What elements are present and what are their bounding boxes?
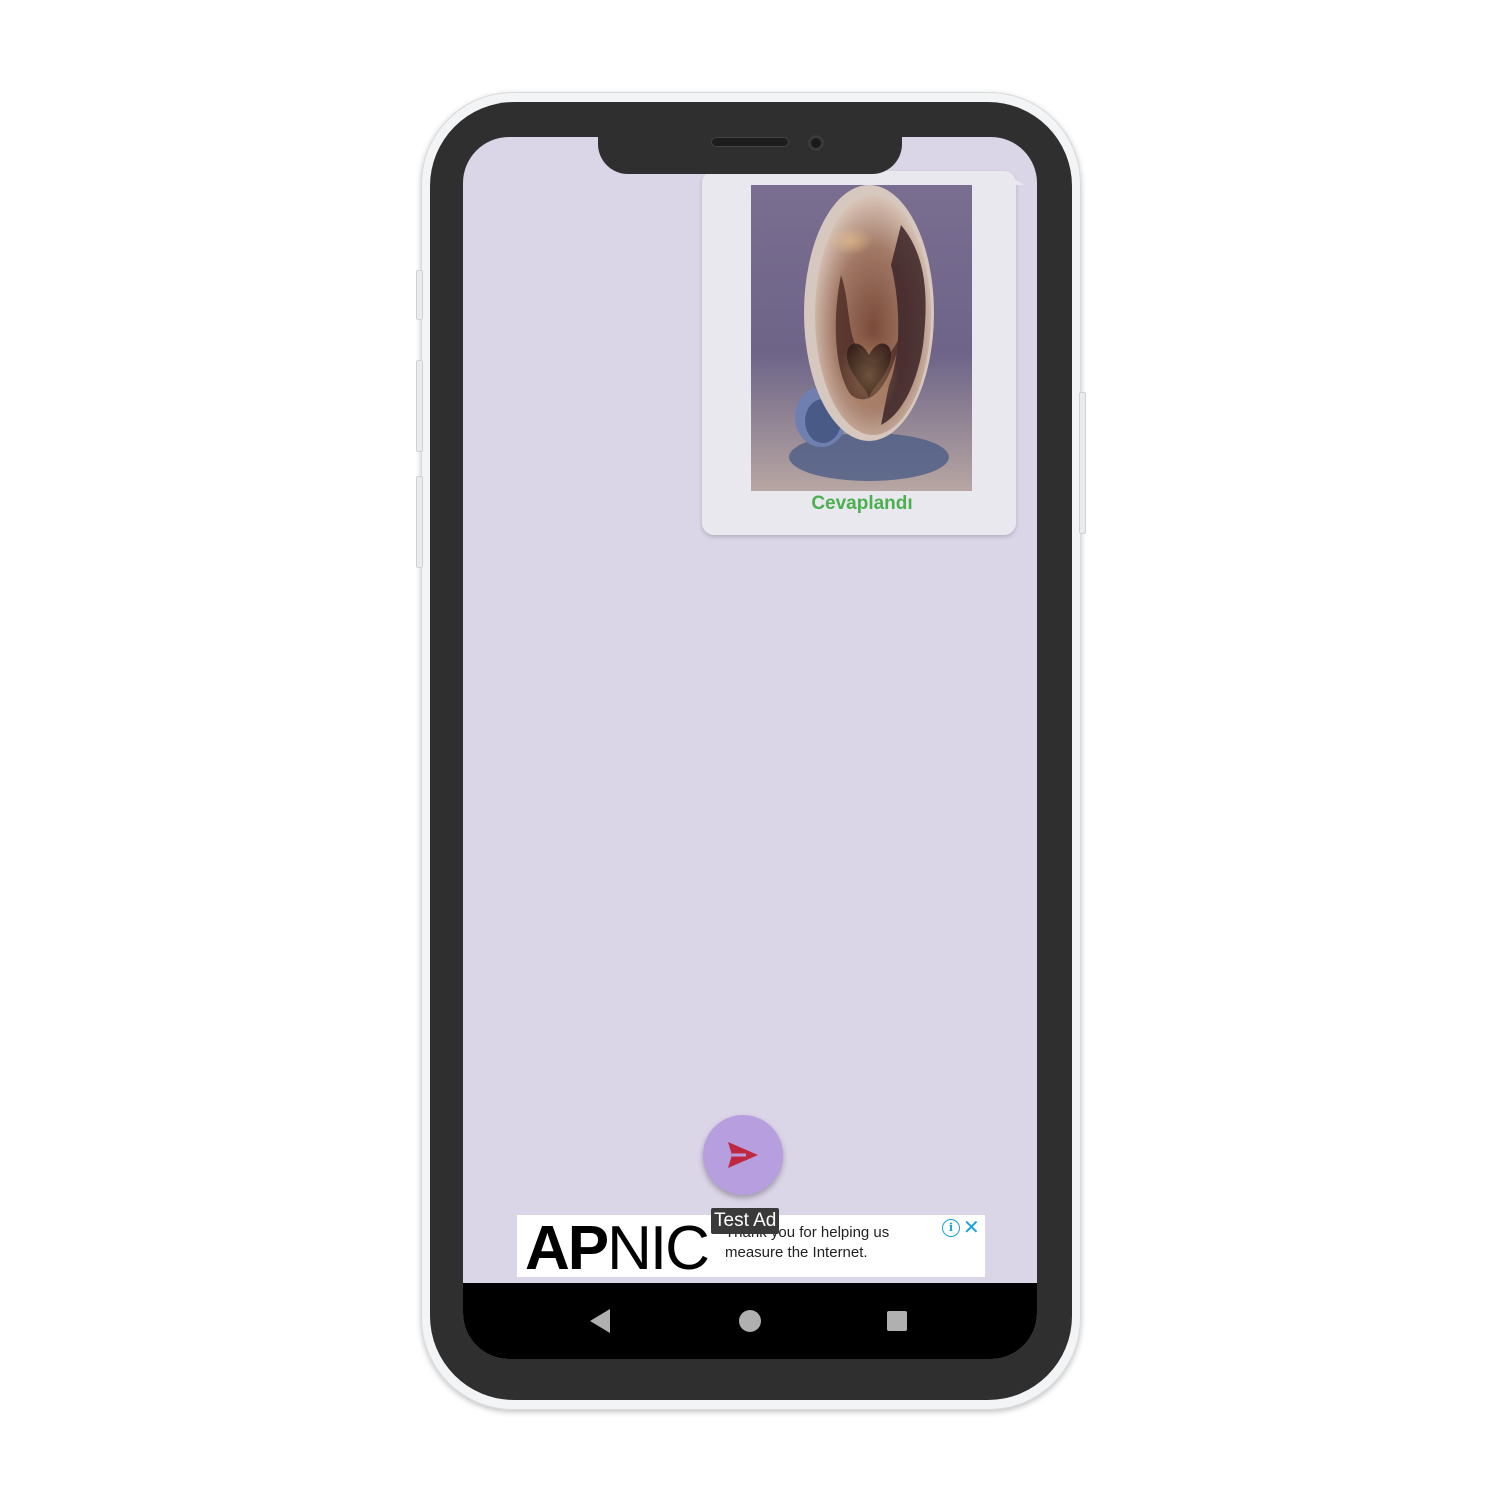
- coffee-cup-illustration: [751, 185, 972, 491]
- app-screen: Cevaplandı APNIC Thank you for helping u…: [463, 137, 1037, 1359]
- close-icon[interactable]: ✕: [963, 1216, 980, 1238]
- front-camera: [808, 135, 824, 151]
- side-button-volume-up: [416, 360, 423, 452]
- recents-icon[interactable]: [887, 1311, 907, 1331]
- coffee-cup-photo[interactable]: [751, 185, 972, 491]
- send-icon: [728, 1142, 758, 1168]
- earpiece-speaker: [711, 137, 789, 147]
- ad-logo: APNIC: [525, 1215, 710, 1278]
- test-ad-label: Test Ad: [711, 1208, 780, 1234]
- message-tail: [1002, 171, 1024, 185]
- info-icon[interactable]: i: [942, 1219, 960, 1237]
- message-card[interactable]: Cevaplandı: [702, 171, 1024, 535]
- side-button-mute: [416, 270, 423, 320]
- home-icon[interactable]: [739, 1310, 761, 1332]
- navigation-bar: [463, 1283, 1037, 1359]
- send-button[interactable]: [703, 1115, 783, 1195]
- side-button-volume-down: [416, 476, 423, 568]
- device-frame: Cevaplandı APNIC Thank you for helping u…: [0, 0, 1500, 1500]
- answered-status: Cevaplandı: [811, 493, 913, 514]
- side-button-power: [1079, 392, 1086, 534]
- back-icon[interactable]: [590, 1309, 610, 1333]
